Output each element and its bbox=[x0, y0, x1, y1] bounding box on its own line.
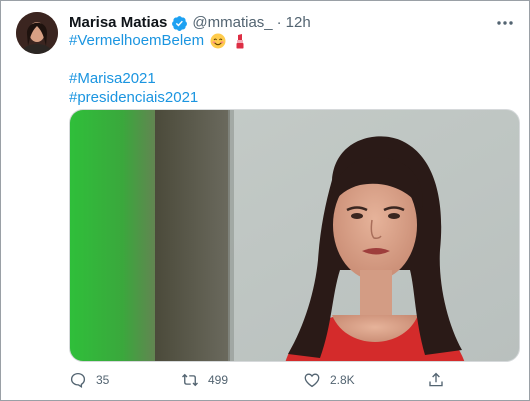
retweet-button[interactable]: 499 bbox=[181, 369, 228, 391]
like-button[interactable]: 2.8K bbox=[303, 369, 355, 391]
heart-icon bbox=[304, 373, 320, 388]
reply-count: 35 bbox=[96, 373, 110, 387]
tweet-card[interactable]: Marisa Matias @mmatias_ · 12h #Vermelhoe… bbox=[0, 0, 530, 401]
smiling-face-emoji-icon bbox=[210, 33, 226, 49]
more-options-icon[interactable] bbox=[495, 13, 515, 33]
author-name[interactable]: Marisa Matias bbox=[69, 13, 167, 33]
tweet-header: Marisa Matias @mmatias_ · 12h bbox=[69, 13, 311, 33]
lipstick-emoji-icon bbox=[232, 33, 248, 49]
reply-button[interactable]: 35 bbox=[69, 369, 109, 391]
tweet-text: #VermelhoemBelem #Marisa2021 #presidenci… bbox=[69, 31, 248, 107]
share-button[interactable] bbox=[427, 369, 445, 391]
hashtag-link[interactable]: #presidenciais2021 bbox=[69, 88, 198, 107]
avatar[interactable] bbox=[16, 12, 58, 54]
like-count: 2.8K bbox=[330, 373, 355, 387]
hashtag-link[interactable]: #VermelhoemBelem bbox=[69, 31, 204, 50]
tweet-timestamp[interactable]: 12h bbox=[286, 13, 311, 33]
share-icon bbox=[429, 372, 443, 387]
tweet-actions: 35 499 2.8K bbox=[69, 369, 449, 391]
retweet-icon bbox=[182, 373, 198, 387]
hashtag-link[interactable]: #Marisa2021 bbox=[69, 69, 156, 88]
reply-icon bbox=[70, 372, 86, 388]
retweet-count: 499 bbox=[208, 373, 229, 387]
tweet-video-thumbnail[interactable] bbox=[69, 109, 520, 362]
video-frame-image bbox=[70, 110, 519, 361]
avatar-image bbox=[16, 12, 58, 54]
header-separator: · bbox=[276, 14, 282, 31]
author-handle[interactable]: @mmatias_ bbox=[192, 13, 272, 33]
verified-badge-icon bbox=[171, 15, 188, 32]
